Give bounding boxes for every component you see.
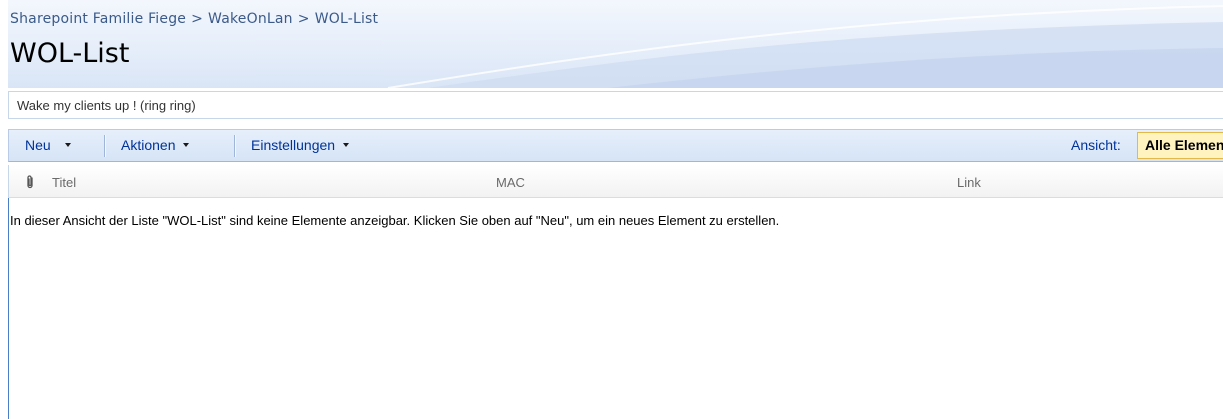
title-area: Sharepoint Familie Fiege > WakeOnLan > WOL-L… [8,0,1223,88]
sharepoint-list-page: Sharepoint Familie Fiege > WakeOnLan > WOL-L… [0,0,1223,419]
chevron-down-icon [343,143,350,148]
list-description: Wake my clients up ! (ring ring) [17,98,196,113]
breadcrumb: Sharepoint Familie Fiege > WakeOnLan > WOL-L… [10,11,378,27]
view-selector-value: Alle Elemente [1145,137,1223,153]
new-menu-button[interactable]: Neu [25,137,71,153]
column-header-mac[interactable]: MAC [496,175,525,190]
breadcrumb-parent-link[interactable]: WakeOnLan [208,11,293,27]
chevron-down-icon [183,143,190,148]
settings-menu-button[interactable]: Einstellungen [251,137,350,153]
chevron-down-icon [64,143,71,148]
view-label: Ansicht: [1071,137,1121,153]
breadcrumb-separator: > [297,11,310,27]
page-title: WOL-List [10,38,130,69]
toolbar-separator [104,135,105,157]
view-selector[interactable]: Alle Elemente [1137,132,1223,159]
list-toolbar: Neu Aktionen Einstellungen Ansicht: Alle… [8,129,1223,162]
description-bar: Wake my clients up ! (ring ring) [8,91,1223,119]
actions-menu-label: Aktionen [121,137,176,153]
toolbar-separator [234,135,235,157]
column-header-row: Titel MAC Link [8,165,1223,198]
actions-menu-button[interactable]: Aktionen [121,137,190,153]
settings-menu-label: Einstellungen [251,137,336,153]
breadcrumb-separator: > [191,11,204,27]
empty-list-message: In dieser Ansicht der Liste "WOL-List" s… [10,213,780,228]
content-left-border [8,198,9,419]
new-menu-label: Neu [25,137,51,153]
paperclip-icon [27,175,33,189]
column-header-title[interactable]: Titel [52,175,76,190]
column-header-link[interactable]: Link [957,175,981,190]
breadcrumb-site-link[interactable]: Sharepoint Familie Fiege [10,11,186,27]
breadcrumb-current: WOL-List [314,11,379,27]
